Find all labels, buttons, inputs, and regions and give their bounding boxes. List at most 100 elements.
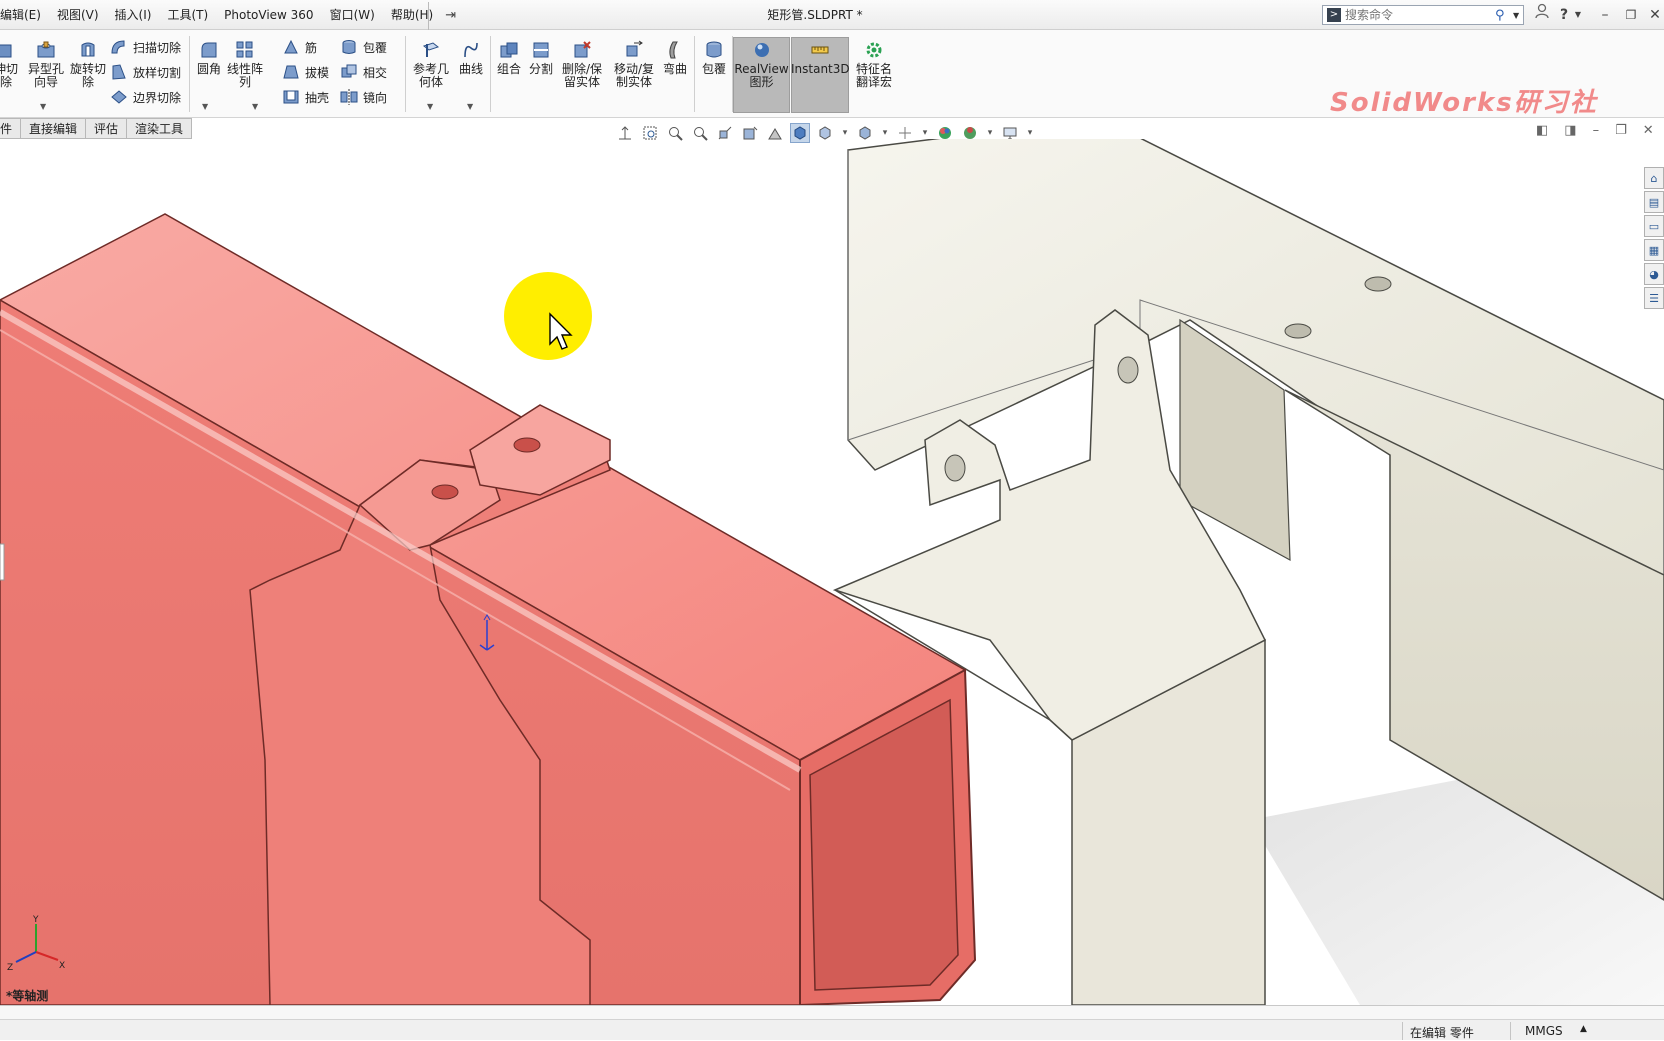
lofted-cut-icon xyxy=(112,64,126,80)
tab-render-tools[interactable]: 渲染工具 xyxy=(127,118,193,139)
reference-geometry-label: 参考几 何体 xyxy=(412,62,449,89)
curves-dropdown-icon[interactable]: ▼ xyxy=(467,102,473,111)
combine-label: 组合 xyxy=(496,62,521,76)
reference-geometry-button[interactable]: 参考几 何体 xyxy=(410,40,452,89)
help-dropdown-icon[interactable]: ▼ xyxy=(1572,0,1584,30)
mirror-icon xyxy=(340,89,358,105)
extruded-cut-label: 伸切 除 xyxy=(0,62,19,89)
search-command-box[interactable]: > ⚲ ▼ xyxy=(1322,5,1524,25)
swept-cut-icon xyxy=(111,40,125,54)
custom-properties-icon[interactable]: ☰ xyxy=(1644,287,1664,309)
doc-restore-icon[interactable]: ❐ xyxy=(1615,123,1627,138)
wrap-label: 包覆 xyxy=(363,40,388,55)
boundary-cut-button[interactable]: 边界切除 xyxy=(110,86,181,108)
shell-button[interactable]: 抽壳 xyxy=(282,86,329,108)
mirror-button[interactable]: 镜向 xyxy=(340,86,387,108)
view-palette-icon[interactable]: ▦ xyxy=(1644,239,1664,261)
split-icon xyxy=(533,42,549,58)
linear-pattern-button[interactable]: 线性阵 列 xyxy=(226,40,264,89)
draft-button[interactable]: 拔模 xyxy=(282,61,329,83)
title-bar: 编辑(E) 视图(V) 插入(I) 工具(T) PhotoView 360 窗口… xyxy=(0,0,1664,30)
split-button[interactable]: 分割 xyxy=(526,40,556,76)
red-tube-selected[interactable] xyxy=(0,213,977,1005)
graphics-area[interactable]: ⌂ ▤ ▭ ▦ ◕ ☰ Y X Z *等轴测 xyxy=(0,139,1664,1005)
revolved-cut-button[interactable]: 旋转切 除 xyxy=(68,40,108,89)
appearances-icon[interactable]: ◕ xyxy=(1644,263,1664,285)
doc-close-icon[interactable]: ✕ xyxy=(1643,123,1654,138)
flex-button[interactable]: 弯曲 xyxy=(660,40,690,76)
draft-label: 拔模 xyxy=(305,65,330,80)
minimize-icon[interactable]: – xyxy=(1596,0,1614,30)
boundary-cut-icon xyxy=(111,90,127,104)
instant3d-label: Instant3D xyxy=(791,62,850,76)
rib-button[interactable]: 筋 xyxy=(282,36,317,58)
wrap-button[interactable]: 包覆 xyxy=(340,36,387,58)
search-input[interactable] xyxy=(1345,8,1495,22)
design-library-icon[interactable]: ▤ xyxy=(1644,191,1664,213)
user-icon[interactable] xyxy=(1532,0,1552,30)
instant3d-ruler-icon xyxy=(811,46,829,54)
revolved-cut-label: 旋转切 除 xyxy=(69,62,106,89)
hole-wizard-label: 异型孔 向导 xyxy=(27,62,64,89)
rib-icon xyxy=(284,39,298,54)
realview-label: RealView 图形 xyxy=(734,62,789,89)
boundary-cut-label: 边界切除 xyxy=(133,90,182,105)
help-icon[interactable]: ? xyxy=(1556,0,1572,30)
shell-icon xyxy=(283,90,299,104)
curves-button[interactable]: 曲线 xyxy=(454,40,488,76)
intersect-button[interactable]: 相交 xyxy=(340,61,387,83)
search-icon[interactable]: ⚲ xyxy=(1495,8,1513,23)
tile-right-icon[interactable]: ◨ xyxy=(1564,123,1576,138)
pattern-dropdown-icon[interactable]: ▼ xyxy=(252,102,258,111)
unit-system-chevron-up-icon[interactable]: ▲ xyxy=(1580,1024,1587,1034)
close-icon[interactable]: ✕ xyxy=(1646,0,1664,30)
flex-label: 弯曲 xyxy=(662,62,687,76)
swept-cut-button[interactable]: 扫描切除 xyxy=(110,36,181,58)
model-scene[interactable] xyxy=(0,139,1664,1005)
wrap-large-button[interactable]: 包覆 xyxy=(698,40,730,76)
chevron-down-icon[interactable]: ▼ xyxy=(1513,11,1523,20)
edge-fragment xyxy=(0,543,5,581)
svg-text:X: X xyxy=(59,961,65,971)
editing-status: 在编辑 零件 xyxy=(1410,1026,1474,1040)
hole-wizard-dropdown-icon[interactable]: ▼ xyxy=(40,102,46,111)
tab-direct-editing[interactable]: 直接编辑 xyxy=(21,118,87,139)
linear-pattern-label: 线性阵 列 xyxy=(226,62,263,89)
instant3d-button[interactable]: Instant3D xyxy=(791,40,850,76)
extruded-cut-icon xyxy=(0,44,12,58)
hole-wizard-button[interactable]: 异型孔 向导 xyxy=(24,40,68,89)
command-prompt-icon: > xyxy=(1327,8,1341,22)
intersect-label: 相交 xyxy=(363,65,388,80)
move-copy-body-button[interactable]: 移动/复 制实体 xyxy=(610,40,658,89)
delete-keep-body-label: 删除/保 留实体 xyxy=(561,62,603,89)
lofted-cut-button[interactable]: 放样切割 xyxy=(110,61,181,83)
fillet-dropdown-icon[interactable]: ▼ xyxy=(202,102,208,111)
flex-icon xyxy=(669,41,678,59)
file-explorer-icon[interactable]: ▭ xyxy=(1644,215,1664,237)
solidworks-resources-icon[interactable]: ⌂ xyxy=(1644,167,1664,189)
svg-text:Z: Z xyxy=(7,963,13,972)
ribbon-separator xyxy=(490,36,491,112)
unit-system[interactable]: MMGS xyxy=(1525,1024,1563,1038)
reference-geometry-dropdown-icon[interactable]: ▼ xyxy=(427,102,433,111)
tab-evaluate[interactable]: 评估 xyxy=(86,118,128,139)
combine-icon xyxy=(500,42,518,58)
combine-button[interactable]: 组合 xyxy=(494,40,524,76)
mirror-label: 镜向 xyxy=(363,90,388,105)
feature-translate-macro-button[interactable]: 特征名 翻译宏 xyxy=(852,40,896,89)
tile-left-icon[interactable]: ◧ xyxy=(1536,123,1548,138)
horizontal-scrollbar[interactable] xyxy=(0,1006,1664,1020)
tab-features[interactable]: 件 xyxy=(0,118,22,139)
cursor-highlight xyxy=(504,272,592,360)
rib-label: 筋 xyxy=(305,40,318,55)
doc-minimize-icon[interactable]: – xyxy=(1593,123,1600,138)
restore-icon[interactable]: ❐ xyxy=(1622,0,1640,30)
curves-icon xyxy=(464,42,478,58)
delete-keep-body-button[interactable]: 删除/保 留实体 xyxy=(558,40,606,89)
wrap-large-icon xyxy=(706,41,722,58)
intersect-icon xyxy=(341,64,357,78)
fillet-button[interactable]: 圆角 xyxy=(194,40,224,76)
extruded-cut-button[interactable]: 伸切 除 xyxy=(0,40,18,89)
delete-body-icon xyxy=(574,41,591,58)
realview-button[interactable]: RealView 图形 xyxy=(733,40,790,89)
